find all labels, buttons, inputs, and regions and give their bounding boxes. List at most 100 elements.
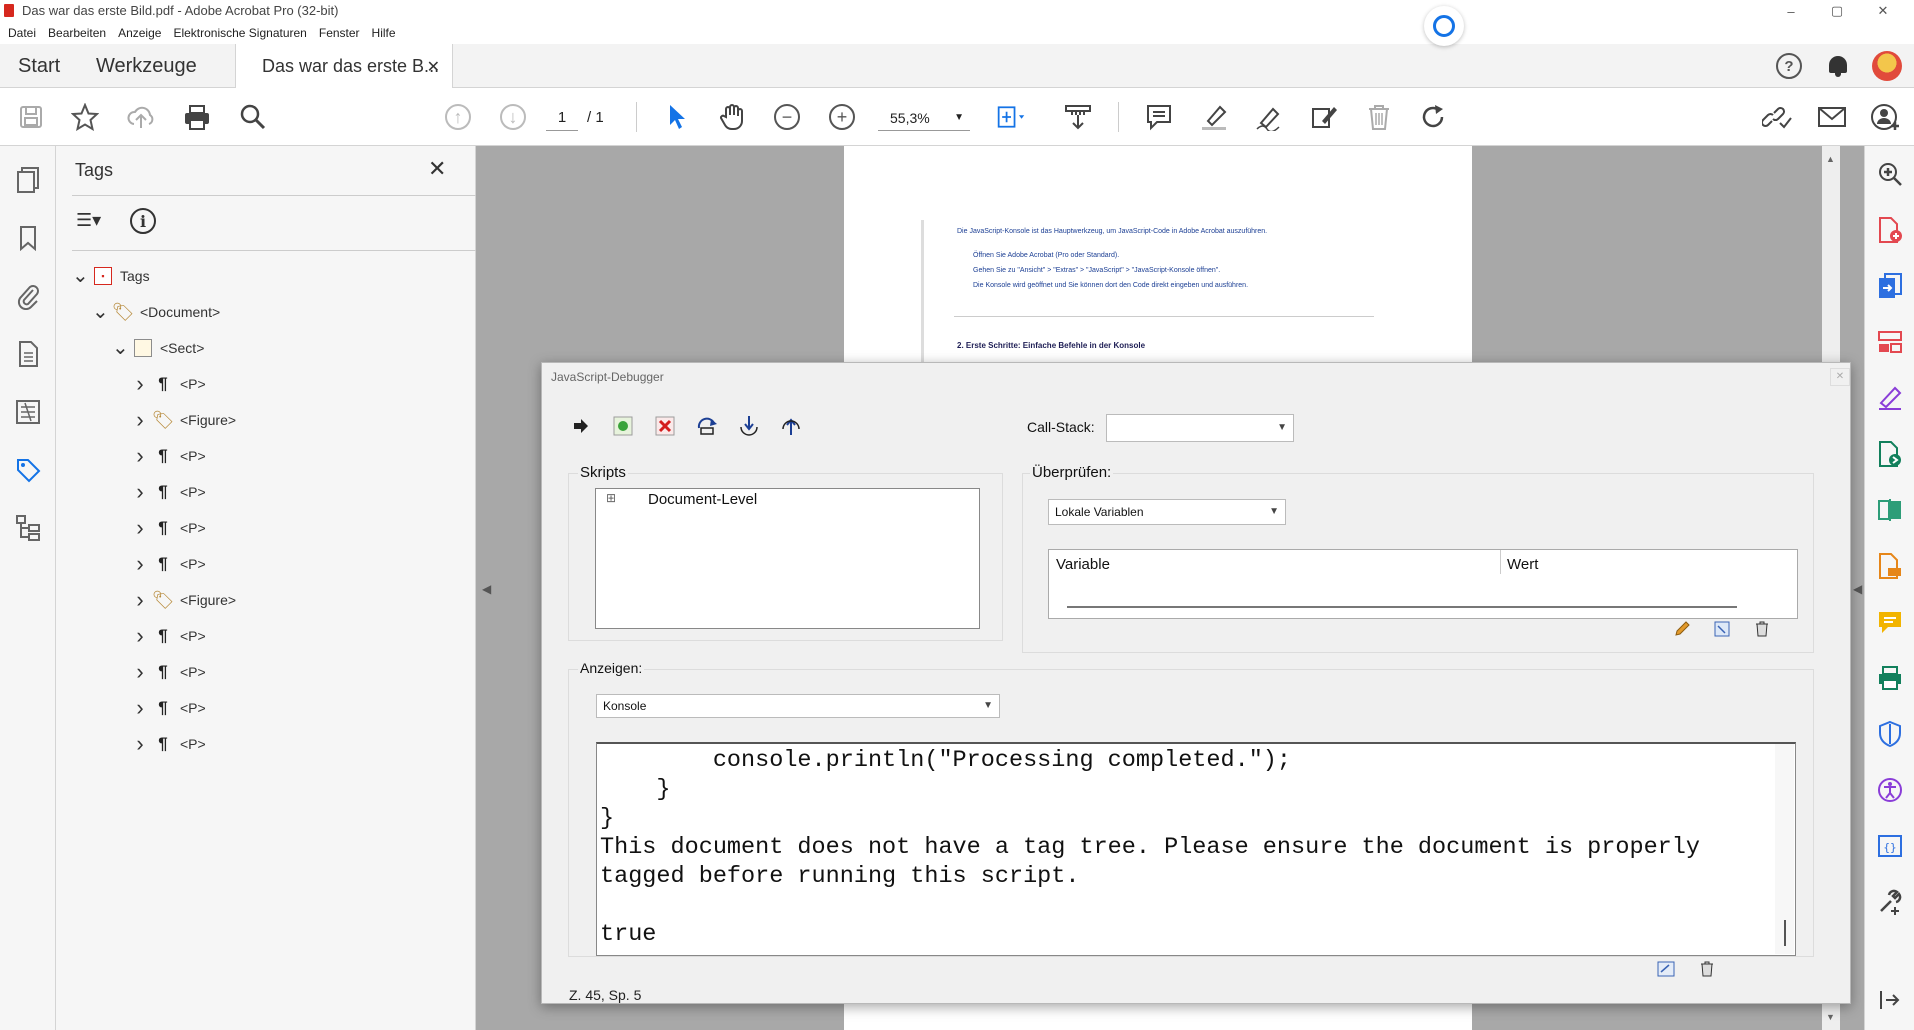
tree-item[interactable]: › ¶ <P> [132,731,205,757]
inspect-select[interactable]: Lokale Variablen ▼ [1048,499,1286,525]
tree-item[interactable]: › 🏷 <Figure> [132,587,236,613]
chevron-right-icon[interactable]: › [132,733,148,755]
tree-item[interactable]: › ¶ <P> [132,443,205,469]
previous-page-icon[interactable]: ↑ [443,102,473,132]
chevron-right-icon[interactable]: › [132,373,148,395]
menu-fenster[interactable]: Fenster [319,26,360,40]
menu-datei[interactable]: Datei [8,26,36,40]
options-menu-icon[interactable]: ☰▾ [76,210,101,231]
trash-icon[interactable] [1753,620,1771,638]
redact-icon[interactable] [1876,552,1904,580]
menu-hilfe[interactable]: Hilfe [372,26,396,40]
share-link-icon[interactable] [1762,102,1792,132]
tags-icon[interactable] [14,456,42,484]
select-cursor-icon[interactable] [662,102,692,132]
export-pdf-icon[interactable] [1876,272,1904,300]
tools-more-icon[interactable] [1876,888,1904,916]
tree-item[interactable]: › ¶ <P> [132,623,205,649]
close-window-button[interactable]: ✕ [1860,0,1906,22]
chevron-down-icon[interactable]: ⌄ [112,338,129,358]
bookmark-icon[interactable] [14,224,42,252]
horizontal-scrollbar[interactable] [1067,606,1737,608]
javascript-icon[interactable]: {} [1876,832,1904,860]
menu-bearbeiten[interactable]: Bearbeiten [48,26,106,40]
chevron-right-icon[interactable]: › [132,517,148,539]
edit-variable-icon[interactable] [1673,620,1691,638]
scroll-up-icon[interactable]: ▲ [1826,154,1835,164]
sign-icon[interactable] [1254,102,1284,132]
chevron-right-icon[interactable]: › [132,445,148,467]
edit-pdf-icon[interactable] [1309,102,1339,132]
star-icon[interactable] [70,102,100,132]
search-icon[interactable] [238,102,268,132]
chevron-right-icon[interactable]: › [132,661,148,683]
collapse-right-panel-icon[interactable]: ◀ [1853,582,1862,596]
help-icon[interactable]: ? [1776,53,1802,79]
zoom-out-icon[interactable]: − [772,102,802,132]
page-thumbnails-icon[interactable] [14,166,42,194]
chevron-right-icon[interactable]: › [132,409,148,431]
zoom-in-icon[interactable]: + [827,102,857,132]
create-pdf-icon[interactable] [1876,216,1904,244]
scroll-mode-icon[interactable] [1063,102,1093,132]
tree-item[interactable]: › 🏷 <Figure> [132,407,236,433]
tab-document[interactable]: Das war das erste B... ✕ [235,44,453,89]
avatar[interactable] [1872,51,1902,81]
rotate-icon[interactable] [1419,102,1449,132]
chevron-down-icon[interactable]: ⌄ [72,266,89,286]
edit-console-icon[interactable] [1657,960,1675,978]
accessibility-icon[interactable] [1876,776,1904,804]
chevron-right-icon[interactable]: › [132,625,148,647]
cloud-upload-icon[interactable] [126,102,156,132]
collapse-left-panel-icon[interactable]: ◀ [482,582,491,596]
collapse-tools-icon[interactable] [1876,986,1904,1014]
close-icon[interactable]: ✕ [428,156,446,182]
delete-icon[interactable] [1364,102,1394,132]
chevron-right-icon[interactable]: › [132,553,148,575]
quit-icon[interactable] [654,415,676,437]
print-icon[interactable] [182,102,212,132]
tree-item[interactable]: › ¶ <P> [132,659,205,685]
tree-item[interactable]: › ¶ <P> [132,551,205,577]
interrupt-icon[interactable] [612,415,634,437]
column-variable[interactable]: Variable [1056,556,1110,573]
hand-tool-icon[interactable] [717,102,747,132]
compare-icon[interactable] [1876,496,1904,524]
chevron-right-icon[interactable]: › [132,589,148,611]
watch-list-icon[interactable] [1713,620,1731,638]
zoom-level-select[interactable]: 55,3% ▼ [878,105,970,131]
tab-close-icon[interactable]: ✕ [427,57,440,77]
maximize-button[interactable]: ▢ [1814,0,1860,22]
content-structure-icon[interactable] [14,514,42,542]
next-page-icon[interactable]: ↓ [498,102,528,132]
tree-item[interactable]: › ¶ <P> [132,515,205,541]
resume-icon[interactable] [570,415,592,437]
print-production-icon[interactable] [1876,664,1904,692]
highlight-icon[interactable] [1199,102,1229,132]
scroll-down-icon[interactable]: ▼ [1826,1012,1835,1022]
variables-table[interactable]: Variable Wert [1048,549,1798,619]
fill-sign-icon[interactable] [1876,384,1904,412]
assistant-badge-icon[interactable] [1424,6,1464,46]
tree-item[interactable]: › ¶ <P> [132,371,205,397]
console-scrollbar-thumb[interactable] [1784,920,1786,946]
console-scrollbar[interactable] [1775,744,1794,954]
save-icon[interactable] [16,102,46,132]
menu-anzeige[interactable]: Anzeige [118,26,161,40]
chevron-down-icon[interactable]: ⌄ [92,302,109,322]
minimize-button[interactable]: – [1768,0,1814,22]
info-icon[interactable]: i [130,208,156,234]
tree-item[interactable]: ⌄ ▪ Tags [72,263,150,289]
script-item-document-level[interactable]: Document-Level [648,491,757,508]
tree-item[interactable]: ⌄ 🏷 <Document> [92,299,220,325]
step-out-icon[interactable] [780,415,802,437]
tree-item[interactable]: ⌄ <Sect> [112,335,204,361]
add-user-icon[interactable] [1871,102,1901,132]
tree-item[interactable]: › ¶ <P> [132,695,205,721]
send-review-icon[interactable] [1876,440,1904,468]
column-value[interactable]: Wert [1507,556,1538,573]
dialog-close-button[interactable]: ✕ [1830,368,1850,386]
chevron-right-icon[interactable]: › [132,481,148,503]
document-icon[interactable] [14,340,42,368]
console-output[interactable]: console.println("Processing completed.")… [596,742,1796,956]
